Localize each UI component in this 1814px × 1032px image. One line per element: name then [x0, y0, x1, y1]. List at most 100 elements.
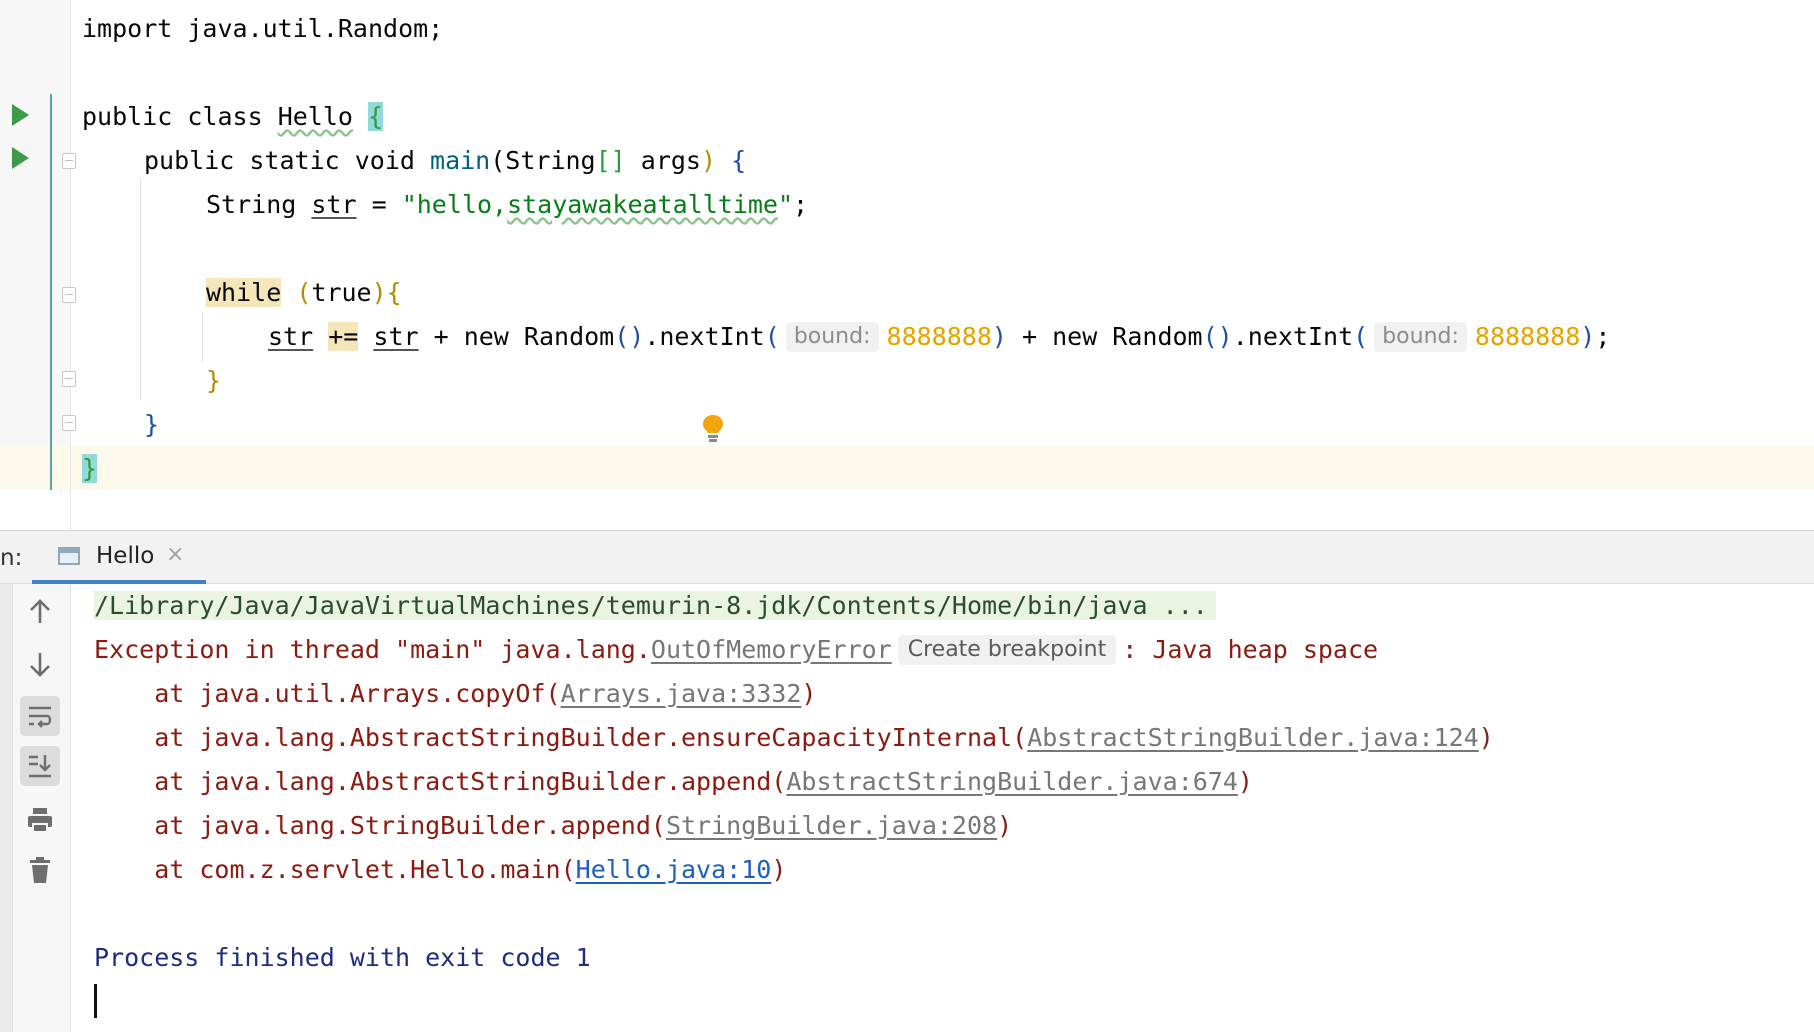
token: (	[764, 322, 780, 351]
stack-frame-text: )	[1237, 767, 1253, 796]
run-triangle-icon[interactable]	[12, 147, 29, 169]
toolbar-divider	[70, 584, 71, 1032]
intention-bulb-icon[interactable]	[702, 414, 724, 444]
string-literal: "	[777, 190, 794, 219]
tool-window-title: n:	[0, 545, 23, 571]
indent-guide	[202, 312, 203, 362]
method-name: main	[430, 146, 491, 175]
token: public	[82, 102, 173, 131]
stack-frame-text: at java.lang.StringBuilder.append(	[94, 811, 666, 840]
fold-marker-icon[interactable]	[62, 153, 76, 169]
stack-frame-text: at java.lang.AbstractStringBuilder.ensur…	[94, 723, 1028, 752]
tab-hello[interactable]: Hello ×	[32, 531, 206, 584]
editor-gutter[interactable]	[0, 0, 70, 490]
code-line-10[interactable]: }	[144, 405, 159, 445]
stack-frame-text: at java.util.Arrays.copyOf(	[94, 679, 561, 708]
code-line-3[interactable]: public class Hello {	[82, 97, 384, 137]
scroll-to-end-icon[interactable]	[20, 746, 60, 786]
string-literal: "hello,	[401, 190, 508, 219]
token: .nextInt	[1232, 322, 1354, 351]
token: new	[463, 322, 509, 351]
soft-wrap-icon[interactable]	[20, 696, 60, 736]
token: {	[731, 146, 747, 175]
run-tool-window-header: n: Hello ×	[0, 530, 1814, 584]
exception-class-link[interactable]: OutOfMemoryError	[651, 635, 892, 664]
parameter-hint: bound:	[1374, 322, 1467, 352]
brace-match: }	[82, 454, 98, 483]
stack-frame-text: at com.z.servlet.Hello.main(	[94, 855, 576, 884]
token: .nextInt	[644, 322, 765, 351]
source-link-user-code[interactable]: Hello.java:10	[576, 855, 772, 884]
console-text-caret[interactable]	[94, 984, 97, 1018]
number-literal: 8888888	[1474, 322, 1581, 351]
up-arrow-icon[interactable]	[20, 592, 60, 632]
print-icon[interactable]	[20, 800, 60, 840]
token: public	[144, 146, 235, 175]
console-window-icon	[58, 547, 80, 565]
keyword-highlight: while	[206, 278, 282, 307]
token: )	[700, 146, 717, 175]
token: }	[206, 366, 222, 395]
create-breakpoint-button[interactable]: Create breakpoint	[897, 635, 1117, 665]
token: )	[371, 278, 387, 307]
code-editor[interactable]: import java.util.Random; public class He…	[0, 0, 1814, 530]
code-line-9[interactable]: }	[206, 361, 221, 401]
fold-marker-icon[interactable]	[62, 415, 76, 431]
token: }	[144, 410, 160, 439]
vcs-change-marker[interactable]	[50, 94, 52, 490]
token: (String	[490, 146, 596, 175]
code-line-4[interactable]: public static void main(String[] args) {	[144, 141, 746, 181]
token: import	[82, 14, 173, 43]
code-line-11[interactable]: }	[82, 449, 98, 489]
token: String	[206, 190, 297, 219]
class-name: Hello	[277, 102, 353, 131]
source-link[interactable]: StringBuilder.java:208	[666, 811, 997, 840]
console-command-line[interactable]: /Library/Java/JavaVirtualMachines/temuri…	[94, 586, 1216, 626]
down-arrow-icon[interactable]	[20, 644, 60, 684]
token: []	[595, 146, 626, 175]
exception-message: : Java heap space	[1122, 635, 1379, 664]
stack-frame-1: at java.util.Arrays.copyOf(Arrays.java:3…	[94, 674, 816, 714]
fold-marker-icon[interactable]	[62, 371, 76, 387]
code-line-5[interactable]: String str = "hello,stayawakeatalltime";	[206, 185, 808, 225]
token: new	[1052, 322, 1098, 351]
token: Random	[508, 322, 615, 351]
exit-message: Process finished with exit code 1	[94, 943, 591, 972]
source-link[interactable]: Arrays.java:3332	[561, 679, 802, 708]
token: (	[296, 278, 312, 307]
code-line-1[interactable]: import java.util.Random;	[82, 9, 443, 49]
source-link[interactable]: AbstractStringBuilder.java:674	[786, 767, 1238, 796]
fold-marker-icon[interactable]	[62, 287, 76, 303]
stack-frame-5: at com.z.servlet.Hello.main(Hello.java:1…	[94, 850, 786, 890]
token: )	[991, 322, 1007, 351]
trash-icon[interactable]	[20, 850, 60, 890]
token: =	[356, 190, 402, 219]
collapsed-command[interactable]: /Library/Java/JavaVirtualMachines/temuri…	[94, 591, 1216, 620]
token: (	[1353, 322, 1369, 351]
token: true	[311, 278, 372, 307]
token: ;	[1595, 322, 1611, 351]
gutter-divider	[70, 0, 71, 530]
source-link[interactable]: AbstractStringBuilder.java:124	[1027, 723, 1479, 752]
close-icon[interactable]: ×	[166, 542, 184, 567]
parameter-hint: bound:	[785, 322, 879, 352]
stack-frame-text: )	[771, 855, 787, 884]
token: Random	[1097, 322, 1203, 351]
run-triangle-icon[interactable]	[12, 104, 29, 126]
token: ()	[614, 322, 645, 351]
stack-frame-text: )	[1478, 723, 1494, 752]
code-line-8[interactable]: str += str + new Random().nextInt(bound:…	[268, 317, 1610, 357]
code-line-7[interactable]: while (true){	[206, 273, 402, 313]
stack-frame-text: )	[997, 811, 1013, 840]
indent-guide	[140, 178, 141, 400]
operator-highlight: +=	[328, 322, 359, 351]
